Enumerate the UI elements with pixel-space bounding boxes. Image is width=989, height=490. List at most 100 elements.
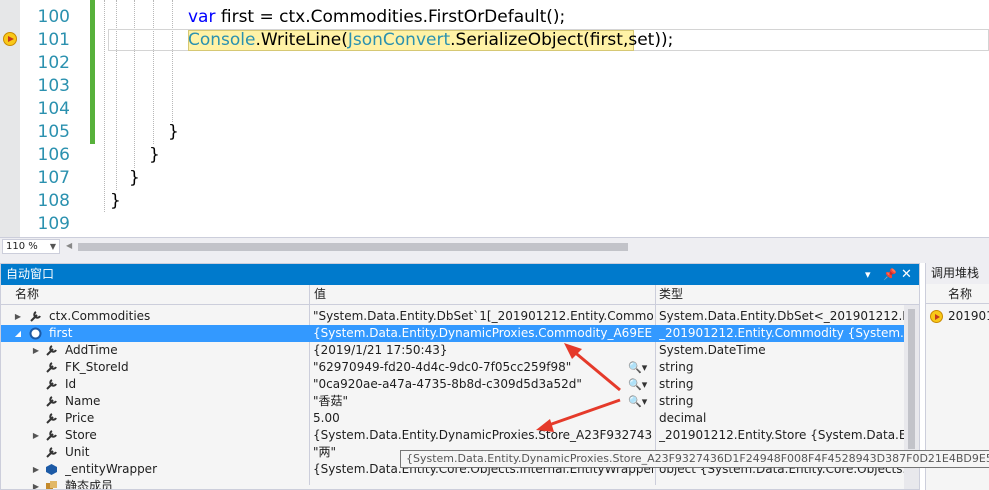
field-icon xyxy=(46,464,57,475)
current-frame-arrow-icon xyxy=(930,310,943,323)
zoom-dropdown[interactable]: 110 % ▼ xyxy=(2,239,60,254)
magnifier-icon[interactable]: 🔍▾ xyxy=(628,376,647,393)
row-value[interactable]: "两" xyxy=(313,444,393,461)
line-number: 100 xyxy=(37,7,70,27)
keyword-var: var xyxy=(188,7,216,27)
line-number: 104 xyxy=(37,99,70,119)
closing-brace: } xyxy=(110,191,121,211)
row-name: 静态成员 xyxy=(65,479,114,490)
line-number: 103 xyxy=(37,76,70,96)
chevron-down-icon: ▼ xyxy=(49,242,56,251)
wrench-icon xyxy=(46,413,57,424)
code-text: .WriteLine( xyxy=(255,30,348,50)
row-name: AddTime xyxy=(65,343,118,357)
table-row[interactable]: Id "0ca920ae-a47a-4735-8b8d-c309d5d3a52d… xyxy=(1,376,904,393)
row-type: string xyxy=(659,377,694,391)
code-editor[interactable]: 100 101 102 103 104 105 106 107 108 109 … xyxy=(0,0,989,237)
scroll-left-icon[interactable]: ◀ xyxy=(66,241,72,250)
line-number-gutter: 100 101 102 103 104 105 106 107 108 109 xyxy=(20,0,70,237)
row-value[interactable]: "0ca920ae-a47a-4735-8b8d-c309d5d3a52d" xyxy=(313,376,623,393)
row-name: Unit xyxy=(65,445,90,459)
magnifier-icon[interactable]: 🔍▾ xyxy=(628,359,647,376)
class-console: Console xyxy=(188,30,256,50)
editor-status-bar: 110 % ▼ ◀ xyxy=(0,237,989,255)
table-row[interactable]: ▶ AddTime {2019/1/21 17:50:43} System.Da… xyxy=(1,342,904,359)
expand-arrow-icon[interactable]: ▶ xyxy=(31,342,41,359)
row-name: Name xyxy=(65,394,101,408)
autos-title: 自动窗口 xyxy=(6,267,55,281)
closing-brace: } xyxy=(149,145,160,165)
row-name: Price xyxy=(65,411,95,425)
line-number: 102 xyxy=(37,53,70,73)
call-stack-column-name[interactable]: 名称 xyxy=(926,284,989,304)
current-statement-arrow-icon xyxy=(3,32,17,46)
expand-arrow-icon[interactable]: ▶ xyxy=(31,461,41,478)
row-type: _201901212.Entity.Commodity {System.Data… xyxy=(659,326,904,340)
row-value[interactable]: {System.Data.Entity.DynamicProxies.Store… xyxy=(313,427,653,444)
call-stack-frame[interactable]: 2019012 xyxy=(926,308,989,325)
call-stack-title[interactable]: 调用堆栈 xyxy=(926,263,989,284)
table-row[interactable]: ▶ Store {System.Data.Entity.DynamicProxi… xyxy=(1,427,904,444)
row-value[interactable]: "香菇" xyxy=(313,393,623,410)
closing-brace: } xyxy=(129,168,140,188)
row-name: Store xyxy=(65,428,97,442)
table-row[interactable]: Name "香菇" 🔍▾ string xyxy=(1,393,904,410)
row-type: string xyxy=(659,394,694,408)
wrench-icon xyxy=(46,362,57,373)
line-number: 107 xyxy=(37,168,70,188)
expand-arrow-icon[interactable]: ▶ xyxy=(13,308,23,325)
object-icon xyxy=(29,327,42,340)
table-row[interactable]: Price 5.00 decimal xyxy=(1,410,904,427)
row-value[interactable]: 5.00 xyxy=(313,410,653,427)
row-name: first xyxy=(49,326,73,340)
collapse-arrow-icon[interactable]: ◢ xyxy=(13,325,23,342)
code-line-101[interactable]: Console.WriteLine(JsonConvert.SerializeO… xyxy=(188,29,673,52)
code-line-100[interactable]: var first = ctx.Commodities.FirstOrDefau… xyxy=(188,6,565,29)
row-type: decimal xyxy=(659,411,707,425)
row-value[interactable]: "System.Data.Entity.DbSet`1[_201901212.E… xyxy=(313,308,653,325)
row-value[interactable]: "62970949-fd20-4d4c-9dc0-7f05cc259f98" xyxy=(313,359,623,376)
autos-title-bar[interactable]: 自动窗口 ▾ 📌 ✕ xyxy=(1,264,919,285)
indent-guide xyxy=(153,0,154,144)
row-value[interactable]: {System.Data.Entity.DynamicProxies.Commo… xyxy=(313,325,653,342)
row-name: FK_StoreId xyxy=(65,360,129,374)
column-header-type[interactable]: 类型 xyxy=(659,285,683,304)
wrench-icon xyxy=(46,430,57,441)
pin-icon[interactable]: 📌 xyxy=(883,264,897,285)
table-row-selected[interactable]: ◢ first {System.Data.Entity.DynamicProxi… xyxy=(1,325,904,342)
row-type: _201901212.Entity.Store {System.Data.Ent… xyxy=(659,428,904,442)
expand-arrow-icon[interactable]: ▶ xyxy=(31,478,41,489)
wrench-icon xyxy=(30,311,41,322)
close-icon[interactable]: ✕ xyxy=(901,264,912,285)
vertical-scrollbar-thumb[interactable] xyxy=(908,309,915,449)
static-members-icon xyxy=(46,481,57,489)
table-row[interactable]: FK_StoreId "62970949-fd20-4d4c-9dc0-7f05… xyxy=(1,359,904,376)
line-number: 109 xyxy=(37,214,70,234)
table-row[interactable]: ▶ 静态成员 xyxy=(1,478,904,490)
column-header-row: 名称 值 类型 xyxy=(1,285,919,305)
wrench-icon xyxy=(46,379,57,390)
row-name: ctx.Commodities xyxy=(49,309,151,323)
closing-brace: } xyxy=(168,122,179,142)
wrench-icon xyxy=(46,447,57,458)
row-name: _entityWrapper xyxy=(65,462,157,476)
panel-gap xyxy=(0,255,989,263)
value-tooltip: {System.Data.Entity.DynamicProxies.Store… xyxy=(400,450,989,468)
indent-guide xyxy=(104,0,105,212)
line-number: 105 xyxy=(37,122,70,142)
column-header-name[interactable]: 名称 xyxy=(15,285,39,304)
column-header-value[interactable]: 值 xyxy=(314,285,326,304)
call-stack-frame-text: 2019012 xyxy=(948,309,989,323)
line-number: 101 xyxy=(37,30,70,50)
horizontal-scrollbar-thumb[interactable] xyxy=(78,243,628,251)
wrench-icon xyxy=(46,396,57,407)
code-text: .SerializeObject(first,set)); xyxy=(450,30,674,50)
table-row[interactable]: ▶ ctx.Commodities "System.Data.Entity.Db… xyxy=(1,308,904,325)
row-type: System.DateTime xyxy=(659,343,766,357)
row-type: System.Data.Entity.DbSet<_201901212.Enti… xyxy=(659,309,904,323)
expand-arrow-icon[interactable]: ▶ xyxy=(31,427,41,444)
line-number: 108 xyxy=(37,191,70,211)
dropdown-icon[interactable]: ▾ xyxy=(865,264,871,285)
row-value[interactable]: {2019/1/21 17:50:43} xyxy=(313,342,653,359)
magnifier-icon[interactable]: 🔍▾ xyxy=(628,393,647,410)
